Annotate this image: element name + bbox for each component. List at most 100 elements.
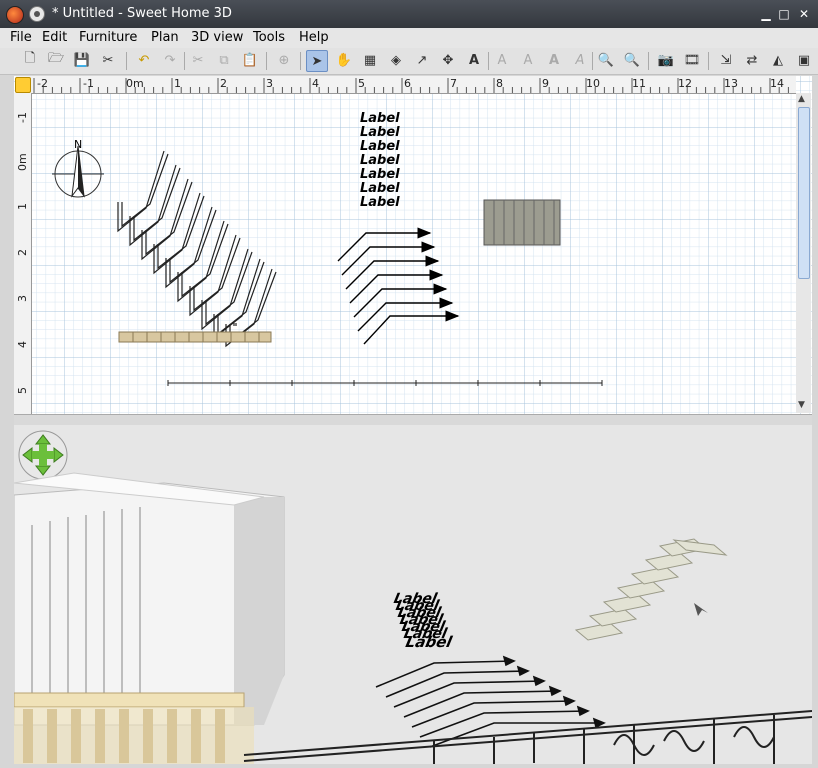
ruler-label: 10 bbox=[586, 77, 600, 90]
menu-furniture[interactable]: Furniture bbox=[79, 28, 137, 48]
ruler-label: 1 bbox=[16, 203, 29, 210]
3d-staircase[interactable] bbox=[574, 538, 728, 641]
ruler-label: 11 bbox=[632, 77, 646, 90]
create-dimensions-icon[interactable]: ✥ bbox=[438, 50, 458, 70]
menu-plan[interactable]: Plan bbox=[151, 28, 179, 48]
title-bar: * Untitled - Sweet Home 3D ▁ □ ✕ bbox=[0, 0, 818, 28]
navigation-arrows-icon[interactable] bbox=[18, 430, 68, 480]
plan-label[interactable]: Label bbox=[360, 195, 400, 210]
select-mode-icon[interactable]: ➤ bbox=[306, 50, 328, 72]
menu-bar: File Edit Furniture Plan 3D view Tools H… bbox=[0, 28, 818, 48]
menu-file[interactable]: File bbox=[10, 28, 32, 48]
window-menu-icon[interactable] bbox=[29, 6, 45, 22]
cut-icon[interactable]: ✂ bbox=[188, 50, 208, 70]
ruler-label: 0m bbox=[126, 77, 144, 90]
import-furniture-icon[interactable]: ⇲ bbox=[716, 50, 736, 70]
add-text-icon[interactable]: A bbox=[464, 50, 484, 70]
toolbar-separator bbox=[300, 52, 301, 70]
3d-view[interactable]: Label Label Label Label Label Label Labe… bbox=[14, 425, 812, 764]
ruler-label: 4 bbox=[16, 341, 29, 348]
flip-icon[interactable]: ◭ bbox=[768, 50, 788, 70]
plan-view[interactable]: N Label Label Label Label Label Label La… bbox=[14, 76, 812, 414]
copy-icon[interactable]: ⧉ bbox=[214, 50, 234, 70]
3d-polyline-arrows[interactable] bbox=[375, 655, 606, 748]
ruler-label: -1 bbox=[16, 112, 29, 123]
zoom-in-icon[interactable]: 🔍 bbox=[596, 50, 616, 70]
scroll-up-icon[interactable]: ▲ bbox=[798, 94, 805, 104]
text-style-1-icon[interactable]: A bbox=[492, 50, 512, 70]
ruler-label: 2 bbox=[16, 249, 29, 256]
ruler-label: 13 bbox=[724, 77, 738, 90]
maximize-button[interactable]: □ bbox=[776, 6, 792, 22]
plan-canvas[interactable]: N bbox=[14, 76, 812, 414]
ruler-label: 3 bbox=[16, 295, 29, 302]
ruler-label: 5 bbox=[16, 387, 29, 394]
text-style-2-icon[interactable]: A bbox=[518, 50, 538, 70]
paste-icon[interactable]: 📋 bbox=[240, 50, 260, 70]
plan-furniture-block[interactable] bbox=[483, 199, 561, 246]
mouse-cursor-icon bbox=[694, 603, 708, 616]
window-title: * Untitled - Sweet Home 3D bbox=[52, 6, 232, 21]
menu-tools[interactable]: Tools bbox=[253, 28, 285, 48]
toolbar-separator bbox=[708, 52, 709, 70]
app-logo-icon bbox=[6, 6, 24, 24]
ruler-label: -1 bbox=[83, 77, 94, 90]
minimize-button[interactable]: ▁ bbox=[758, 6, 774, 22]
open-icon[interactable]: 🗁 bbox=[46, 50, 66, 70]
new-home-icon[interactable]: 🗋 bbox=[20, 50, 40, 70]
plan-label[interactable]: Label bbox=[360, 153, 400, 168]
pan-mode-icon[interactable]: ✋ bbox=[334, 50, 354, 70]
create-video-icon[interactable]: 🎞 bbox=[682, 50, 702, 70]
import-textures-icon[interactable]: ⇄ bbox=[742, 50, 762, 70]
more-icon[interactable]: ▣ bbox=[794, 50, 814, 70]
svg-text:N: N bbox=[74, 138, 82, 151]
3d-label[interactable]: Label bbox=[404, 633, 454, 651]
add-furniture-icon[interactable]: ⊕ bbox=[274, 50, 294, 70]
menu-edit[interactable]: Edit bbox=[42, 28, 67, 48]
create-photo-icon[interactable]: 📷 bbox=[656, 50, 676, 70]
plan-label[interactable]: Label bbox=[360, 125, 400, 140]
ruler-label: 8 bbox=[496, 77, 503, 90]
undo-icon[interactable]: ↶ bbox=[134, 50, 154, 70]
3d-balustrade[interactable] bbox=[14, 692, 254, 764]
italic-icon[interactable]: A bbox=[570, 50, 590, 70]
ruler-label: 0m bbox=[16, 153, 29, 171]
redo-icon[interactable]: ↷ bbox=[160, 50, 180, 70]
scroll-thumb[interactable] bbox=[798, 107, 810, 279]
ruler-label: 4 bbox=[312, 77, 319, 90]
ruler-label: 1 bbox=[174, 77, 181, 90]
plan-vertical-scrollbar[interactable]: ▲ ▼ bbox=[796, 93, 811, 413]
preferences-icon[interactable]: ✂ bbox=[98, 50, 118, 70]
toolbar-separator bbox=[488, 52, 489, 70]
menu-help[interactable]: Help bbox=[299, 28, 329, 48]
ruler-label: 2 bbox=[220, 77, 227, 90]
create-rooms-icon[interactable]: ◈ bbox=[386, 50, 406, 70]
bold-icon[interactable]: A bbox=[544, 50, 564, 70]
create-polylines-icon[interactable]: ↗ bbox=[412, 50, 432, 70]
plan-label[interactable]: Label bbox=[360, 181, 400, 196]
toolbar-separator bbox=[184, 52, 185, 70]
3d-railing[interactable] bbox=[243, 710, 812, 764]
3d-furniture-block[interactable] bbox=[14, 472, 285, 726]
ruler-label: 6 bbox=[404, 77, 411, 90]
ruler-label: 12 bbox=[678, 77, 692, 90]
save-icon[interactable]: 💾 bbox=[72, 50, 92, 70]
plan-grid bbox=[14, 76, 812, 414]
toolbar-separator bbox=[648, 52, 649, 70]
toolbar: 🗋 🗁 💾 ✂ ↶ ↷ ✂ ⧉ 📋 ⊕ ➤ ✋ ▦ ◈ ↗ ✥ A A A A … bbox=[0, 48, 818, 75]
ruler-label: 7 bbox=[450, 77, 457, 90]
plan-label[interactable]: Label bbox=[360, 111, 400, 126]
close-button[interactable]: ✕ bbox=[796, 6, 812, 22]
plan-label[interactable]: Label bbox=[360, 167, 400, 182]
create-walls-icon[interactable]: ▦ bbox=[360, 50, 380, 70]
scroll-down-icon[interactable]: ▼ bbox=[798, 400, 805, 410]
vertical-ruler: -1 0m 1 2 3 4 5 bbox=[14, 93, 32, 414]
ruler-label: 3 bbox=[266, 77, 273, 90]
plan-balustrade[interactable] bbox=[118, 331, 272, 343]
toolbar-separator bbox=[266, 52, 267, 70]
horizontal-ruler: -2 -1 0m 1 2 3 4 5 6 7 8 9 10 11 12 13 1… bbox=[16, 76, 796, 94]
menu-3d-view[interactable]: 3D view bbox=[191, 28, 243, 48]
plan-label[interactable]: Label bbox=[360, 139, 400, 154]
zoom-out-icon[interactable]: 🔍 bbox=[622, 50, 642, 70]
toolbar-separator bbox=[126, 52, 127, 70]
